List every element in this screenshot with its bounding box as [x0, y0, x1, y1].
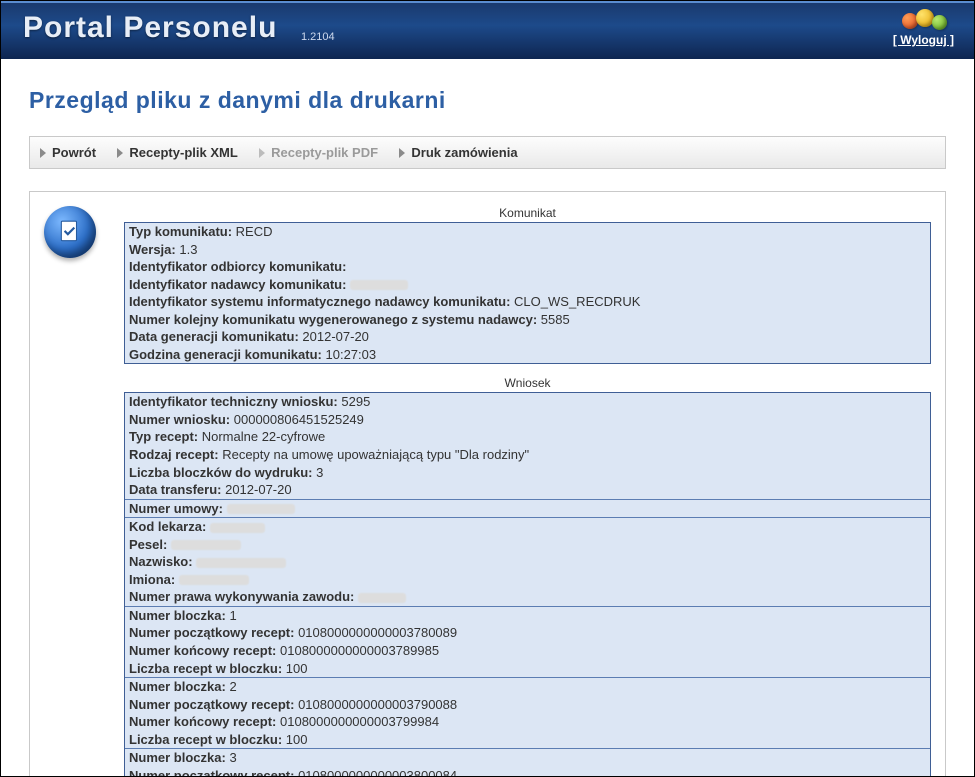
redacted-value: [358, 593, 406, 603]
seq-label: Numer kolejny komunikatu wygenerowanego …: [129, 312, 537, 327]
block2-num-value: 2: [229, 679, 236, 694]
block2-num-label: Numer bloczka:: [129, 679, 226, 694]
pdf-label: Recepty-plik PDF: [271, 145, 378, 160]
redacted-value: [350, 280, 408, 290]
komunikat-box: Typ komunikatu: RECD Wersja: 1.3 Identyf…: [124, 222, 931, 364]
chevron-right-icon: [259, 148, 265, 158]
block2-end-value: 0108000000000003799984: [280, 714, 439, 729]
block2-cnt-label: Liczba recept w bloczku:: [129, 732, 282, 747]
back-label: Powrót: [52, 145, 96, 160]
system-id-value: CLO_WS_RECDRUK: [514, 294, 640, 309]
seq-value: 5585: [541, 312, 570, 327]
gen-date-label: Data generacji komunikatu:: [129, 329, 299, 344]
block1-cnt-value: 100: [286, 661, 308, 676]
names-label: Imiona:: [129, 572, 175, 587]
rodzaj-recept-label: Rodzaj recept:: [129, 447, 219, 462]
redacted-value: [179, 575, 249, 585]
wniosek-box: Identyfikator techniczny wniosku: 5295 N…: [124, 392, 931, 777]
block1-start-value: 0108000000000003780089: [298, 625, 457, 640]
block2-start-value: 0108000000000003790088: [298, 697, 457, 712]
block2-end-label: Numer końcowy recept:: [129, 714, 276, 729]
detail-panel: Komunikat Typ komunikatu: RECD Wersja: 1…: [29, 191, 946, 777]
app-title: Portal Personelu: [23, 11, 277, 45]
chevron-right-icon: [40, 148, 46, 158]
sender-id-label: Identyfikator nadawcy komunikatu:: [129, 277, 346, 292]
surname-label: Nazwisko:: [129, 554, 193, 569]
block3-start-label: Numer początkowy recept:: [129, 768, 294, 777]
logout-link[interactable]: [ Wyloguj ]: [893, 33, 954, 47]
recepty-pdf-button: Recepty-plik PDF: [259, 145, 378, 160]
system-id-label: Identyfikator systemu informatycznego na…: [129, 294, 510, 309]
block1-num-value: 1: [229, 608, 236, 623]
receiver-id-label: Identyfikator odbiorcy komunikatu:: [129, 259, 346, 274]
blocks-count-value: 3: [316, 465, 323, 480]
document-check-icon: [44, 206, 96, 258]
block2-cnt-value: 100: [286, 732, 308, 747]
block3-num-label: Numer bloczka:: [129, 750, 226, 765]
version-label: Wersja:: [129, 242, 176, 257]
decorative-balls-icon: [902, 9, 952, 33]
typ-recept-value: Normalne 22-cyfrowe: [202, 429, 326, 444]
chevron-right-icon: [399, 148, 405, 158]
gen-time-label: Godzina generacji komunikatu:: [129, 347, 322, 362]
tech-id-value: 5295: [341, 394, 370, 409]
recepty-xml-button[interactable]: Recepty-plik XML: [117, 145, 237, 160]
section-komunikat-caption: Komunikat: [124, 206, 931, 220]
page-title: Przegląd pliku z danymi dla drukarni: [29, 87, 946, 114]
wniosek-num-value: 000000806451525249: [234, 412, 364, 427]
action-toolbar: Powrót Recepty-plik XML Recepty-plik PDF…: [29, 136, 946, 169]
back-button[interactable]: Powrót: [40, 145, 96, 160]
pesel-label: Pesel:: [129, 537, 167, 552]
gen-time-value: 10:27:03: [326, 347, 377, 362]
license-label: Numer prawa wykonywania zawodu:: [129, 589, 354, 604]
block1-num-label: Numer bloczka:: [129, 608, 226, 623]
block1-end-value: 0108000000000003789985: [280, 643, 439, 658]
typ-recept-label: Typ recept:: [129, 429, 198, 444]
xml-label: Recepty-plik XML: [129, 145, 237, 160]
blocks-count-label: Liczba bloczków do wydruku:: [129, 465, 312, 480]
tech-id-label: Identyfikator techniczny wniosku:: [129, 394, 338, 409]
contract-label: Numer umowy:: [129, 501, 223, 516]
block1-end-label: Numer końcowy recept:: [129, 643, 276, 658]
block2-start-label: Numer początkowy recept:: [129, 697, 294, 712]
version-value: 1.3: [179, 242, 197, 257]
transfer-date-value: 2012-07-20: [225, 482, 292, 497]
wniosek-num-label: Numer wniosku:: [129, 412, 230, 427]
block3-start-value: 0108000000000003800084: [298, 768, 457, 777]
block1-cnt-label: Liczba recept w bloczku:: [129, 661, 282, 676]
transfer-date-label: Data transferu:: [129, 482, 221, 497]
block1-start-label: Numer początkowy recept:: [129, 625, 294, 640]
redacted-value: [171, 540, 241, 550]
doctor-code-label: Kod lekarza:: [129, 519, 206, 534]
redacted-value: [227, 504, 295, 514]
section-wniosek-caption: Wniosek: [124, 376, 931, 390]
order-label: Druk zamówienia: [411, 145, 517, 160]
druk-zamowienia-button[interactable]: Druk zamówienia: [399, 145, 517, 160]
chevron-right-icon: [117, 148, 123, 158]
redacted-value: [196, 558, 286, 568]
rodzaj-recept-value: Recepty na umowę upoważniającą typu "Dla…: [222, 447, 529, 462]
type-label: Typ komunikatu:: [129, 224, 232, 239]
app-header: Portal Personelu 1.2104 [ Wyloguj ]: [1, 1, 974, 59]
redacted-value: [210, 523, 265, 533]
gen-date-value: 2012-07-20: [302, 329, 369, 344]
block3-num-value: 3: [229, 750, 236, 765]
app-version: 1.2104: [301, 31, 335, 43]
type-value: RECD: [236, 224, 273, 239]
